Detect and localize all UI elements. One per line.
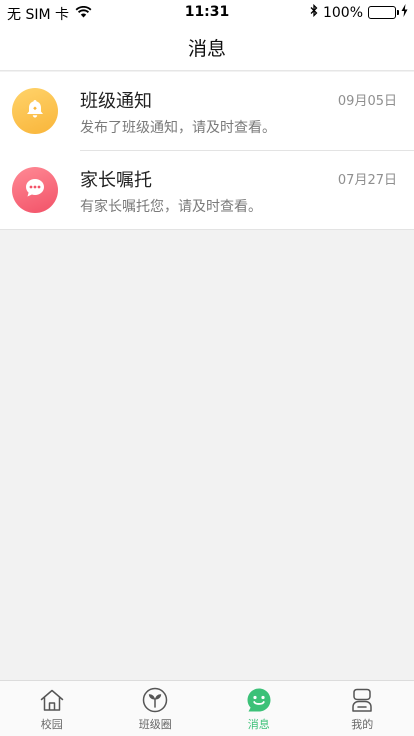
bluetooth-icon	[310, 3, 318, 21]
tab-label: 班级圈	[138, 718, 172, 731]
parent-request-avatar	[12, 167, 58, 213]
page-title: 消息	[187, 37, 226, 60]
house-icon	[39, 687, 65, 713]
message-preview: 发布了班级通知，请及时查看。	[80, 120, 276, 136]
tab-label: 消息	[247, 718, 270, 731]
message-list: 班级通知 09月05日 发布了班级通知，请及时查看。 家长嘱托 07月27日 有…	[0, 72, 414, 230]
profile-icon	[349, 687, 375, 713]
message-date: 09月05日	[337, 94, 397, 109]
tab-label: 我的	[351, 718, 374, 731]
navigation-bar: 消息	[0, 24, 414, 71]
tab-label: 校园	[40, 718, 63, 731]
message-preview: 有家长嘱托您，请及时查看。	[80, 199, 262, 215]
tab-class-circle[interactable]: 班级圈	[104, 681, 208, 736]
bell-icon	[24, 98, 46, 124]
message-date: 07月27日	[337, 173, 397, 188]
screen: 无 SIM 卡 11:31 100% 消息 班级通知 09月05日 发布了班级通…	[0, 0, 414, 736]
tab-bar: 校园 班级圈 消息 我的	[0, 680, 414, 736]
charging-icon	[401, 4, 408, 21]
message-item-class-notice[interactable]: 班级通知 09月05日 发布了班级通知，请及时查看。	[0, 72, 414, 151]
battery-icon	[368, 6, 399, 19]
message-item-parent-request[interactable]: 家长嘱托 07月27日 有家长嘱托您，请及时查看。	[0, 151, 414, 230]
tab-mine[interactable]: 我的	[311, 681, 414, 736]
battery-percent: 100%	[322, 4, 363, 21]
message-title: 家长嘱托	[80, 170, 152, 191]
divider	[0, 229, 414, 230]
message-title: 班级通知	[80, 91, 152, 112]
smiley-message-icon	[246, 687, 272, 713]
status-right: 100%	[310, 3, 408, 21]
tab-campus[interactable]: 校园	[0, 681, 104, 736]
tab-messages[interactable]: 消息	[207, 681, 311, 736]
status-bar: 无 SIM 卡 11:31 100%	[0, 0, 414, 24]
chat-bubble-icon	[23, 176, 47, 204]
sprout-icon	[142, 687, 168, 713]
class-notice-avatar	[12, 88, 58, 134]
